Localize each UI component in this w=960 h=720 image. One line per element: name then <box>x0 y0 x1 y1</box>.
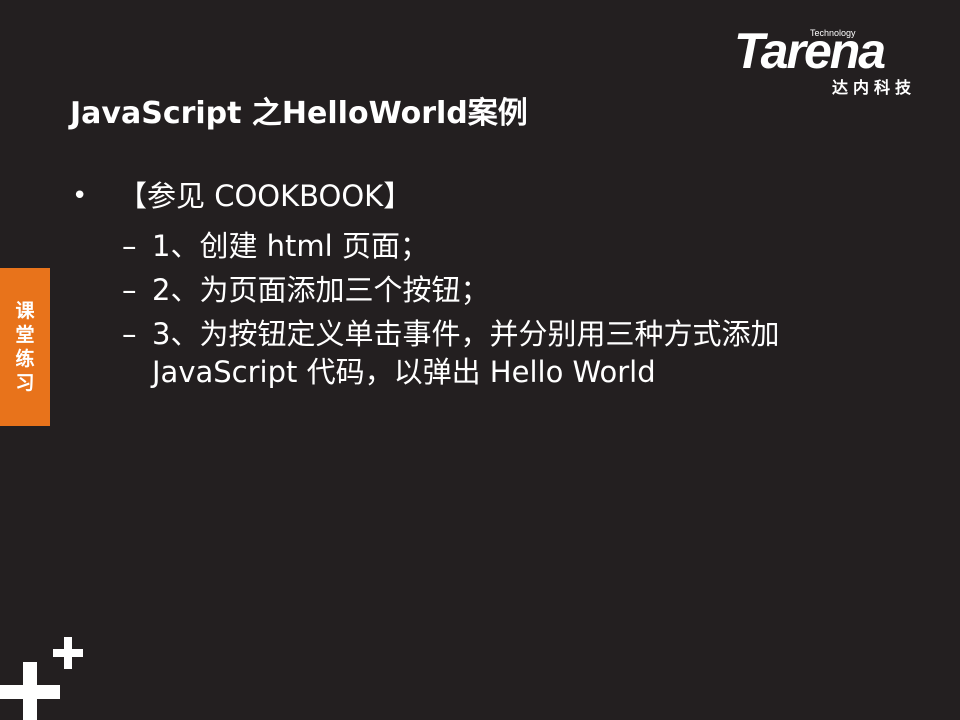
sub-dash: – <box>122 273 137 307</box>
side-tab-char: 练 <box>15 348 35 370</box>
side-tab-classroom-practice: 课 堂 练 习 <box>0 268 50 426</box>
sub-item-text: 2、为页面添加三个按钮； <box>152 273 490 307</box>
bullet-item: • 【参见 COOKBOOK】 <box>72 176 872 216</box>
sub-dash: – <box>122 317 137 351</box>
side-tab-char: 堂 <box>15 324 35 346</box>
plus-icon <box>0 637 83 720</box>
tarena-logo: Tarena Technology 达内科技 <box>728 24 933 98</box>
logo-tagline: Technology <box>810 28 856 38</box>
sub-item-continuation: JavaScript 代码，以弹出 Hello World <box>152 355 656 389</box>
slide-title: JavaScript 之HelloWorld案例 <box>70 96 528 131</box>
bullet-marker: • <box>72 181 88 211</box>
sub-item: – 1、创建 html 页面； <box>72 224 872 268</box>
bullet-text: 【参见 COOKBOOK】 <box>118 179 413 213</box>
sub-item: – 2、为页面添加三个按钮； <box>72 268 872 312</box>
side-tab-char: 课 <box>15 300 35 322</box>
sub-list: – 1、创建 html 页面； – 2、为页面添加三个按钮； – 3、为按钮定义… <box>72 224 872 394</box>
sub-dash: – <box>122 229 137 263</box>
sub-item: – 3、为按钮定义单击事件，并分别用三种方式添加 JavaScript 代码，以… <box>72 312 872 394</box>
sub-item-text: 1、创建 html 页面； <box>152 229 429 263</box>
slide: Tarena Technology 达内科技 JavaScript 之Hello… <box>0 0 960 720</box>
side-tab-char: 习 <box>15 372 35 394</box>
bullet-list: • 【参见 COOKBOOK】 – 1、创建 html 页面； – 2、为页面添… <box>72 176 872 394</box>
logo-chinese: 达内科技 <box>832 78 917 97</box>
